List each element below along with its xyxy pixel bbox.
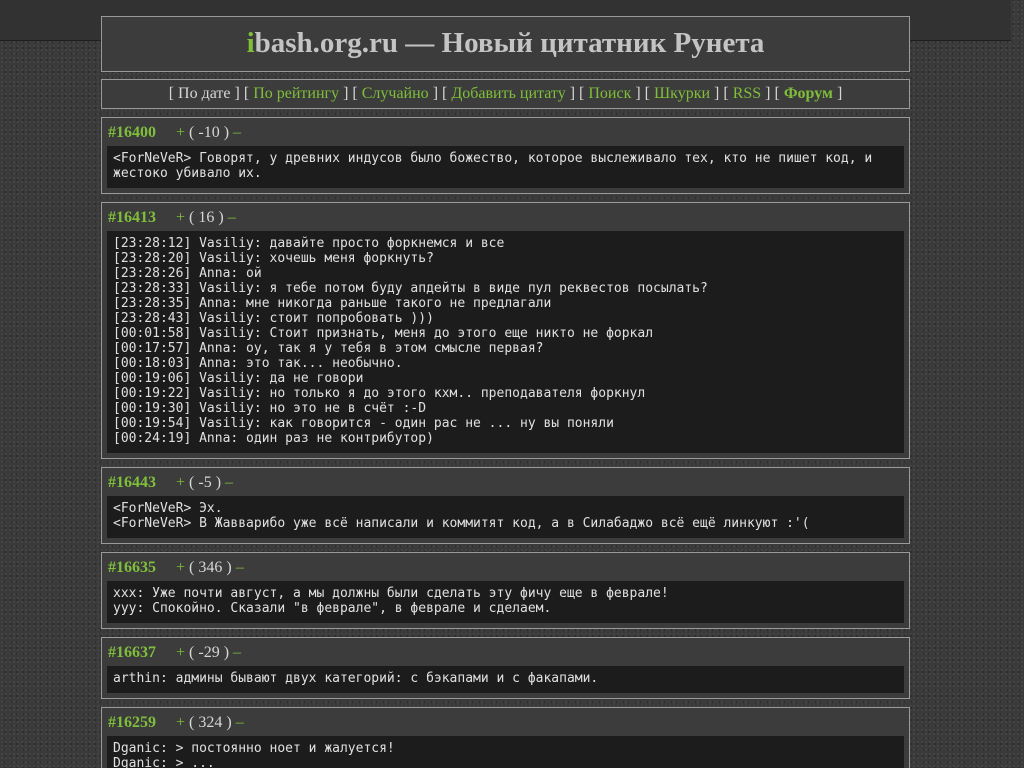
quote-block: #16259 + ( 324 ) – Dganic: > постоянно ное… xyxy=(101,707,910,768)
quote-rating: -10 xyxy=(198,124,220,141)
vote-down-button[interactable]: – xyxy=(228,209,236,226)
vote-up-button[interactable]: + xyxy=(176,209,185,226)
quote-header: #16635 + ( 346 ) – xyxy=(107,553,904,581)
quote-text: Dganic: > постоянно ноет и жалуется! Dgan… xyxy=(107,736,904,768)
quote-rating: 346 xyxy=(198,559,223,576)
quote-block: #16413 + ( 16 ) – [23:28:12] Vasiliy: дава… xyxy=(101,202,910,459)
quote-id-link[interactable]: #16635 xyxy=(108,553,176,583)
rating-open-paren: ( xyxy=(185,714,199,731)
rating-close-paren: ) xyxy=(219,644,234,661)
logo-letter[interactable]: i xyxy=(247,27,255,59)
rating-close-paren: ) xyxy=(222,714,236,731)
nav-by-rating-link[interactable]: По рейтингу xyxy=(253,85,339,102)
quote-line: Dganic: > ... xyxy=(113,756,215,768)
quote-line: <ForNeVeR> Говорят, у древних индусов бы… xyxy=(113,151,881,181)
quote-line: [23:28:43] Vasiliy: стоит попробовать ))… xyxy=(113,311,434,326)
quote-line: [00:19:30] Vasiliy: но это не в счёт :-D xyxy=(113,401,427,416)
quote-header: #16259 + ( 324 ) – xyxy=(107,708,904,736)
quote-id-link[interactable]: #16413 xyxy=(108,203,176,233)
quote-line: <ForNeVeR> Эх. xyxy=(113,501,223,516)
nav-forum-link[interactable]: Форум xyxy=(784,85,833,102)
nav-rss-link[interactable]: RSS xyxy=(733,85,761,102)
quote-line: [23:28:12] Vasiliy: давайте просто форкн… xyxy=(113,236,505,251)
quote-line: [23:28:35] Anna: мне никогда раньше тако… xyxy=(113,296,552,311)
vote-up-button[interactable]: + xyxy=(176,714,185,731)
quote-text: [23:28:12] Vasiliy: давайте просто форкн… xyxy=(107,231,904,453)
quote-header: #16443 + ( -5 ) – xyxy=(107,468,904,496)
quote-line: yyy: Спокойно. Сказали "в феврале", в фе… xyxy=(113,601,552,616)
quote-line: [23:28:33] Vasiliy: я тебе потом буду ап… xyxy=(113,281,708,296)
page-wrapper: ibash.org.ru — Новый цитатник Рунета [ П… xyxy=(101,16,910,768)
rating-open-paren: ( xyxy=(185,474,199,491)
vote-down-button[interactable]: – xyxy=(233,644,241,661)
nav-add-quote-link[interactable]: Добавить цитату xyxy=(451,85,565,102)
main-nav: [ По дате ] [ По рейтингу ] [ Случайно ]… xyxy=(101,79,910,109)
nav-skins-link[interactable]: Шкурки xyxy=(654,85,710,102)
rating-close-paren: ) xyxy=(219,124,234,141)
quote-line: Dganic: > постоянно ноет и жалуется! xyxy=(113,741,395,756)
quote-line: [00:19:06] Vasiliy: да не говори xyxy=(113,371,364,386)
vote-up-button[interactable]: + xyxy=(176,644,185,661)
quote-line: <ForNeVeR> В Жавварибо уже всё написали … xyxy=(113,516,810,531)
rating-open-paren: ( xyxy=(185,559,199,576)
quote-line: [00:17:57] Anna: оу, так я у тебя в этом… xyxy=(113,341,544,356)
site-title: bash.org.ru — Новый цитатник Рунета xyxy=(254,27,765,59)
quote-id-link[interactable]: #16400 xyxy=(108,118,176,148)
nav-by-date: По дате xyxy=(178,85,231,102)
quote-block: #16637 + ( -29 ) – arthin: админы бывают д… xyxy=(101,637,910,699)
vote-down-button[interactable]: – xyxy=(236,559,244,576)
quote-block: #16635 + ( 346 ) – xxx: Уже почти август, … xyxy=(101,552,910,629)
vote-down-button[interactable]: – xyxy=(225,474,233,491)
rating-open-paren: ( xyxy=(185,209,199,226)
quote-text: <ForNeVeR> Говорят, у древних индусов бы… xyxy=(107,146,904,188)
quote-line: [00:18:03] Anna: это так... необычно. xyxy=(113,356,403,371)
quote-line: [23:28:20] Vasiliy: хочешь меня форкнуть… xyxy=(113,251,434,266)
quote-line: [00:01:58] Vasiliy: Стоит признать, меня… xyxy=(113,326,654,341)
quote-id-link[interactable]: #16259 xyxy=(108,708,176,738)
quote-rating: 16 xyxy=(198,209,215,226)
vote-up-button[interactable]: + xyxy=(176,559,185,576)
quote-header: #16637 + ( -29 ) – xyxy=(107,638,904,666)
rating-open-paren: ( xyxy=(185,124,199,141)
quote-line: [23:28:26] Anna: ой xyxy=(113,266,262,281)
vote-down-button[interactable]: – xyxy=(233,124,241,141)
nav-search-link[interactable]: Поиск xyxy=(588,85,631,102)
nav-random-link[interactable]: Случайно xyxy=(362,85,429,102)
quote-text: arthin: админы бывают двух категорий: с … xyxy=(107,666,904,693)
vote-up-button[interactable]: + xyxy=(176,474,185,491)
vote-down-button[interactable]: – xyxy=(236,714,244,731)
quote-id-link[interactable]: #16637 xyxy=(108,638,176,668)
quote-block: #16443 + ( -5 ) – <ForNeVeR> Эх. <ForNeVeR>… xyxy=(101,467,910,544)
quote-id-link[interactable]: #16443 xyxy=(108,468,176,498)
quote-list: #16400 + ( -10 ) – <ForNeVeR> Говорят, у д… xyxy=(101,117,910,768)
quote-rating: -5 xyxy=(198,474,212,491)
site-header: ibash.org.ru — Новый цитатник Рунета xyxy=(101,16,910,72)
rating-open-paren: ( xyxy=(185,644,199,661)
quote-header: #16400 + ( -10 ) – xyxy=(107,118,904,146)
quote-line: [00:19:54] Vasiliy: как говорится - один… xyxy=(113,416,614,431)
quote-line: [00:24:19] Anna: один раз не контрибутор… xyxy=(113,431,434,446)
quote-rating: -29 xyxy=(198,644,220,661)
vote-up-button[interactable]: + xyxy=(176,124,185,141)
quote-text: xxx: Уже почти август, а мы должны были … xyxy=(107,581,904,623)
quote-rating: 324 xyxy=(198,714,223,731)
quote-text: <ForNeVeR> Эх. <ForNeVeR> В Жавварибо уже… xyxy=(107,496,904,538)
quote-header: #16413 + ( 16 ) – xyxy=(107,203,904,231)
rating-close-paren: ) xyxy=(222,559,236,576)
quote-line: [00:19:22] Vasiliy: но только я до этого… xyxy=(113,386,646,401)
quote-line: arthin: админы бывают двух категорий: с … xyxy=(113,671,599,686)
rating-close-paren: ) xyxy=(211,474,226,491)
rating-close-paren: ) xyxy=(214,209,228,226)
quote-line: xxx: Уже почти август, а мы должны были … xyxy=(113,586,669,601)
quote-block: #16400 + ( -10 ) – <ForNeVeR> Говорят, у д… xyxy=(101,117,910,194)
